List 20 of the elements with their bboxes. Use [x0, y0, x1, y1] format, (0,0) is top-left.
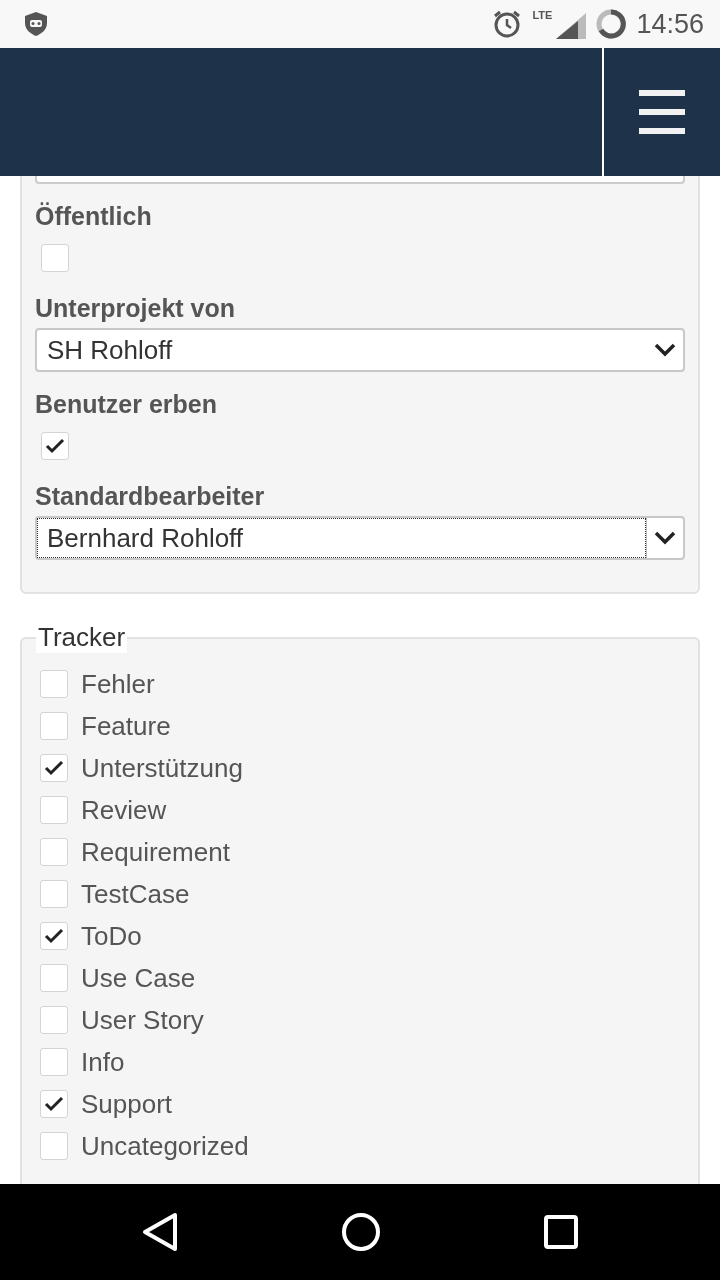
- clock-time: 14:56: [636, 8, 704, 40]
- checkbox-label: Feature: [81, 710, 171, 742]
- checkbox-label: Info: [81, 1046, 125, 1078]
- checkbox-label: Use Case: [81, 962, 196, 994]
- checkbox-label: Uncategorized: [81, 1130, 249, 1162]
- checkbox-label: TestCase: [81, 878, 190, 910]
- checkbox-label: Review: [81, 794, 167, 826]
- select-field[interactable]: SH Rohloff: [35, 328, 685, 372]
- network-type: LTE: [532, 9, 553, 21]
- checkbox-label: Requirement: [81, 836, 230, 868]
- checkbox-label: Fehler: [81, 668, 155, 700]
- checkbox-label: ToDo: [81, 920, 142, 952]
- field-label: Unterprojekt von: [35, 292, 237, 324]
- checkbox-label: User Story: [81, 1004, 204, 1036]
- field-label: Standardbearbeiter: [35, 480, 266, 512]
- field-label: Benutzer erben: [35, 388, 218, 420]
- checkbox-label: Unterstützung: [81, 752, 243, 784]
- select-field[interactable]: Bernhard Rohloff: [35, 516, 685, 560]
- checkbox-label: Support: [81, 1088, 173, 1120]
- field-label: Öffentlich: [35, 200, 153, 232]
